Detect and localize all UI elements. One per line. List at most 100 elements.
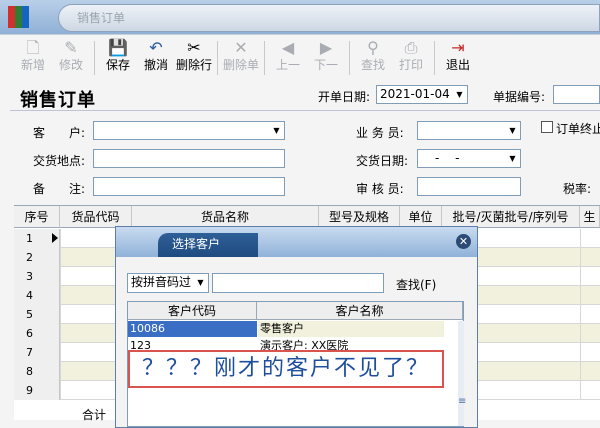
prev-button[interactable]: ◀ 上一: [271, 38, 305, 78]
delivery-date-label: 交货日期:: [356, 154, 409, 168]
toolbar-separator: [217, 41, 218, 75]
find-button[interactable]: 查找(F): [396, 276, 436, 293]
toolbar-label: 下一: [313, 58, 338, 72]
salesperson-label: 业 务 员:: [356, 126, 404, 140]
order-end-checkbox[interactable]: [541, 121, 553, 133]
cell-divider: [60, 343, 61, 362]
customer-name-cell[interactable]: 零售客户: [258, 321, 444, 337]
column-header[interactable]: 批号/灭菌批号/序列号: [442, 206, 580, 228]
column-header[interactable]: 单位: [400, 206, 442, 228]
delete-row-button[interactable]: ✂ 删除行: [176, 38, 213, 78]
cell-divider: [60, 286, 61, 305]
search-input[interactable]: [212, 273, 384, 293]
column-header-code[interactable]: 客户代码: [128, 302, 257, 320]
customer-code-cell[interactable]: 10086: [128, 321, 257, 337]
tax-label: 税率:: [563, 182, 592, 196]
doc-no-field[interactable]: [553, 85, 600, 104]
toolbar: 🗋 新增 ✎ 修改 💾 保存 ↶ 撤消 ✂ 删除行 ✕ 删除单 ◀ 上一 ▶ 下一 ⚲ 查找 ⎙ 打印 ⇥ 退出: [16, 38, 479, 78]
search-mode-value: 按拼音码过: [131, 275, 192, 289]
save-icon: 💾: [108, 38, 128, 57]
toolbar-label: 打印: [398, 58, 423, 72]
salesperson-field[interactable]: ▼: [417, 121, 521, 140]
exit-icon: ⇥: [451, 38, 465, 57]
column-header[interactable]: 序号: [14, 206, 60, 228]
cell-divider: [60, 362, 61, 381]
column-header[interactable]: 型号及规格: [319, 206, 400, 228]
toolbar-label: 查找: [360, 58, 385, 72]
row-number: 6: [14, 324, 60, 343]
open-date-value: 2021-01-04: [380, 87, 450, 101]
current-row-arrow-icon: [52, 233, 58, 243]
toolbar-label: 撤消: [143, 58, 168, 72]
order-end-label: 订单终止: [556, 122, 600, 136]
cell-divider: [580, 267, 581, 286]
total-label: 合计: [82, 408, 107, 422]
open-date-label: 开单日期:: [318, 90, 371, 104]
cell-divider: [580, 229, 581, 248]
annotation-callout: ？？？刚才的客户不见了？: [128, 350, 444, 388]
chevron-down-icon[interactable]: ▼: [505, 122, 520, 139]
new-doc-button[interactable]: 🗋 新增: [16, 38, 50, 78]
toolbar-label: 退出: [445, 58, 470, 72]
customer-field[interactable]: ▼: [93, 121, 285, 140]
header-divider: [10, 110, 600, 111]
column-header-name[interactable]: 客户名称: [257, 302, 463, 320]
cell-divider: [580, 381, 581, 400]
delivery-place-field[interactable]: [93, 149, 285, 168]
row-number: 7: [14, 343, 60, 362]
prev-icon: ◀: [281, 38, 295, 57]
column-header[interactable]: 货品名称: [132, 206, 319, 228]
undo-button[interactable]: ↶ 撤消: [139, 38, 173, 78]
note-label: 备 注:: [33, 182, 86, 196]
delete-doc-icon: ✕: [234, 38, 248, 57]
exit-button[interactable]: ⇥ 退出: [441, 38, 475, 78]
toolbar-label: 删除单: [223, 58, 260, 72]
cell-divider: [60, 267, 61, 286]
row-number: 3: [14, 267, 60, 286]
scroll-grip-icon: ≡: [458, 396, 467, 407]
select-customer-dialog: 选择客户 ✕ 按拼音码过 ▼ 查找(F) 客户代码 客户名称 10086 零售客…: [115, 226, 478, 428]
delete-doc-button[interactable]: ✕ 删除单: [223, 38, 260, 78]
binoculars-button[interactable]: ⚲ 查找: [356, 38, 390, 78]
column-header[interactable]: 货品代码: [60, 206, 132, 228]
cell-divider: [580, 343, 581, 362]
toolbar-label: 保存: [105, 58, 130, 72]
undo-icon: ↶: [149, 38, 163, 57]
printer-button[interactable]: ⎙ 打印: [394, 38, 428, 78]
document-tab[interactable]: 销售订单: [58, 4, 600, 32]
column-header[interactable]: 生: [580, 206, 600, 228]
open-date-field[interactable]: 2021-01-04 ▼: [376, 85, 468, 104]
search-mode-select[interactable]: 按拼音码过 ▼: [127, 273, 209, 293]
auditor-field[interactable]: [417, 177, 521, 196]
cell-divider: [580, 324, 581, 343]
edit-doc-button[interactable]: ✎ 修改: [54, 38, 88, 78]
chevron-down-icon[interactable]: ▼: [193, 274, 208, 292]
cell-divider: [60, 248, 61, 267]
toolbar-separator: [349, 41, 350, 75]
delivery-date-field[interactable]: - - ▼: [417, 149, 521, 168]
cell-divider: [60, 324, 61, 343]
printer-icon: ⎙: [404, 38, 418, 57]
chevron-down-icon[interactable]: ▼: [452, 86, 467, 103]
auditor-label: 审 核 员:: [356, 182, 404, 196]
app-logo-icon: [8, 6, 30, 28]
toolbar-label: 新增: [20, 58, 45, 72]
chevron-down-icon[interactable]: ▼: [269, 122, 284, 139]
cell-divider: [580, 305, 581, 324]
save-button[interactable]: 💾 保存: [101, 38, 135, 78]
scrollbar[interactable]: [458, 321, 464, 426]
toolbar-label: 删除行: [176, 58, 213, 72]
row-number: 2: [14, 248, 60, 267]
toolbar-label: 上一: [275, 58, 300, 72]
row-number: 5: [14, 305, 60, 324]
chevron-down-icon[interactable]: ▼: [505, 150, 520, 167]
close-icon[interactable]: ✕: [456, 234, 471, 249]
note-field[interactable]: [93, 177, 285, 196]
toolbar-separator: [94, 41, 95, 75]
doc-no-label: 单据编号:: [493, 90, 546, 104]
row-number: 4: [14, 286, 60, 305]
edit-doc-icon: ✎: [64, 38, 78, 57]
binoculars-icon: ⚲: [367, 38, 379, 57]
new-doc-icon: 🗋: [26, 38, 40, 57]
next-button[interactable]: ▶ 下一: [309, 38, 343, 78]
